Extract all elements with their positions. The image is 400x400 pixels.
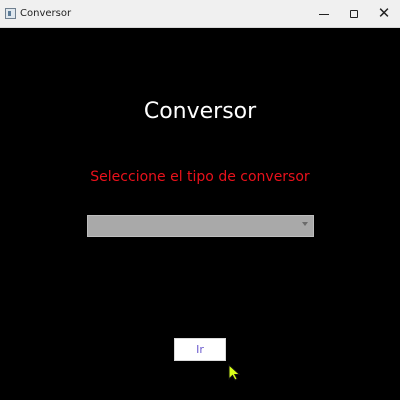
mouse-cursor-icon <box>228 364 240 381</box>
title-bar[interactable]: Conversor ✕ <box>0 0 400 28</box>
main-content: Conversor Seleccione el tipo de converso… <box>0 28 400 400</box>
go-button[interactable]: Ir <box>174 338 226 361</box>
maximize-icon <box>350 10 358 18</box>
app-window: Conversor ✕ Conversor Seleccione el tipo… <box>0 0 400 400</box>
chevron-down-icon <box>302 222 308 226</box>
app-icon <box>5 8 16 19</box>
window-title: Conversor <box>20 8 72 19</box>
minimize-icon <box>319 14 329 15</box>
minimize-button[interactable] <box>309 0 339 28</box>
close-button[interactable]: ✕ <box>369 0 399 28</box>
maximize-button[interactable] <box>339 0 369 28</box>
converter-type-select[interactable] <box>87 215 314 237</box>
page-title: Conversor <box>143 99 257 124</box>
converter-prompt: Seleccione el tipo de conversor <box>90 169 310 185</box>
close-icon: ✕ <box>377 3 391 22</box>
